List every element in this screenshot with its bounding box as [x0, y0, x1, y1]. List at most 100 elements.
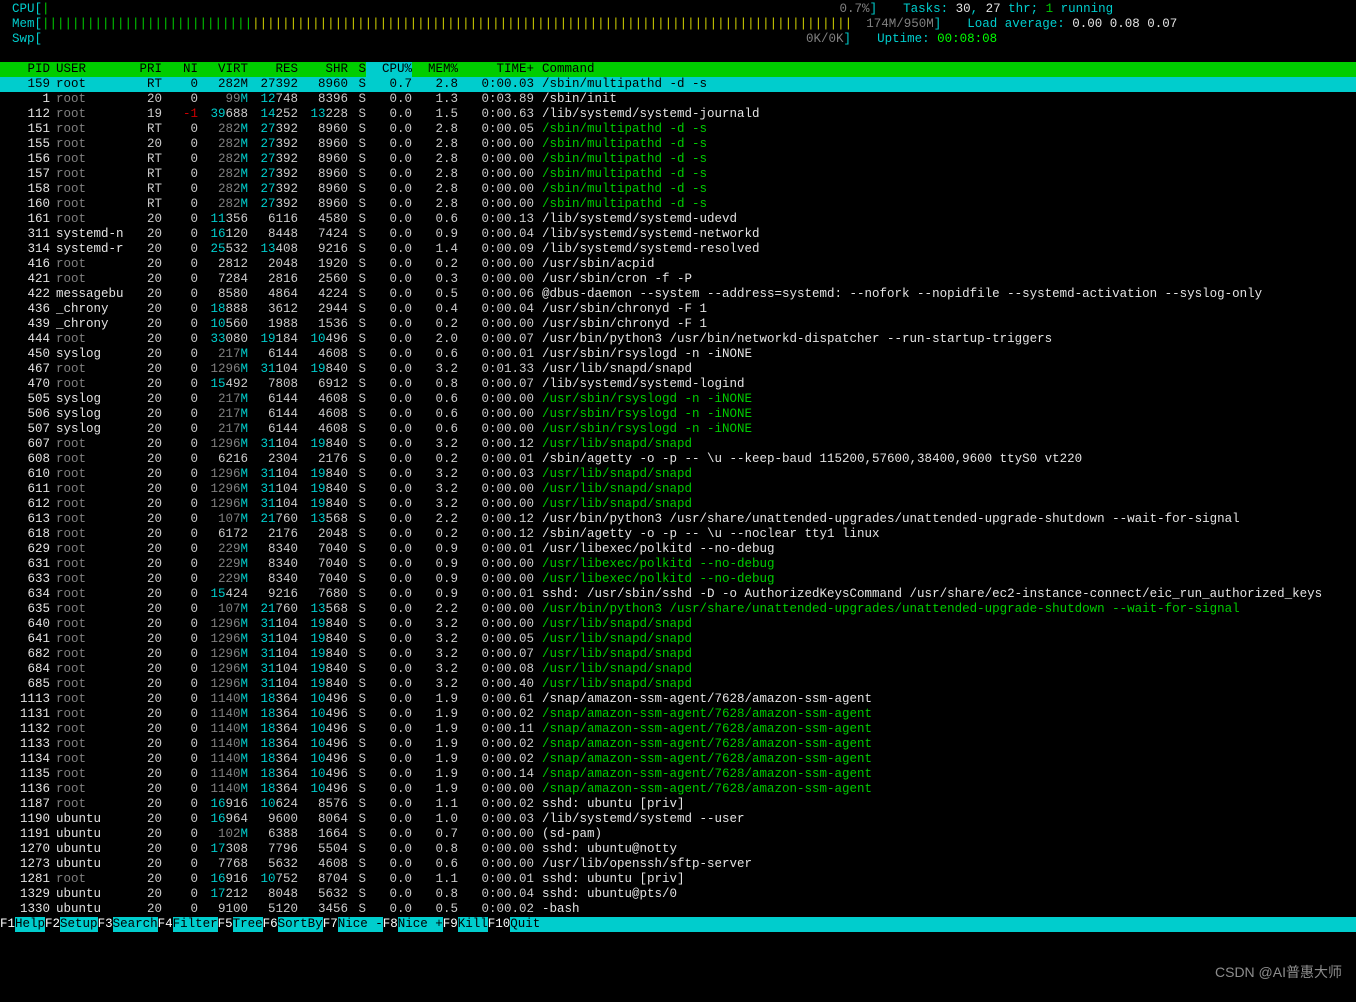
fkey-label[interactable]: Setup	[60, 917, 98, 932]
process-row[interactable]: 436_chrony2001888836122944S0.00.40:00.04…	[0, 302, 1356, 317]
process-row[interactable]: 159rootRT0282M273928960S0.72.80:00.03/sb…	[0, 77, 1356, 92]
fkey[interactable]: F3	[98, 917, 113, 932]
process-row[interactable]: 507syslog200217M61444608S0.00.60:00.00/u…	[0, 422, 1356, 437]
hdr-time[interactable]: TIME+	[458, 62, 534, 77]
process-row[interactable]: 634root2001542492167680S0.00.90:00.01ssh…	[0, 587, 1356, 602]
function-key-bar[interactable]: F1Help F2Setup F3SearchF4FilterF5Tree F6…	[0, 917, 1356, 932]
process-row[interactable]: 439_chrony2001056019881536S0.00.20:00.00…	[0, 317, 1356, 332]
process-row[interactable]: 112root19-1396881425213228S0.01.50:00.63…	[0, 107, 1356, 122]
process-row[interactable]: 612root2001296M3110419840S0.03.20:00.00/…	[0, 497, 1356, 512]
process-row[interactable]: 470root2001549278086912S0.00.80:00.07/li…	[0, 377, 1356, 392]
fkey-label[interactable]: Filter	[173, 917, 218, 932]
fkey[interactable]: F10	[488, 917, 511, 932]
process-row[interactable]: 682root2001296M3110419840S0.03.20:00.07/…	[0, 647, 1356, 662]
fkey-label[interactable]: Tree	[233, 917, 263, 932]
process-row[interactable]: 611root2001296M3110419840S0.03.20:00.00/…	[0, 482, 1356, 497]
watermark: CSDN @AI普惠大师	[1215, 965, 1342, 980]
hdr-virt[interactable]: VIRT	[198, 62, 248, 77]
process-row[interactable]: 1330ubuntu200910051203456S0.00.50:00.02-…	[0, 902, 1356, 917]
process-row[interactable]: 421root200728428162560S0.00.30:00.00/usr…	[0, 272, 1356, 287]
process-row[interactable]: 1131root2001140M1836410496S0.01.90:00.02…	[0, 707, 1356, 722]
process-row[interactable]: 629root200229M83407040S0.00.90:00.01/usr…	[0, 542, 1356, 557]
process-row[interactable]: 1190ubuntu2001696496008064S0.01.00:00.03…	[0, 812, 1356, 827]
fkey[interactable]: F1	[0, 917, 15, 932]
process-row[interactable]: 610root2001296M3110419840S0.03.20:00.03/…	[0, 467, 1356, 482]
swp-meter: Swp [ 0K/0K ] Uptime: 00:08:08	[0, 32, 1356, 47]
hdr-mem[interactable]: MEM%	[412, 62, 458, 77]
process-row[interactable]: 505syslog200217M61444608S0.00.60:00.00/u…	[0, 392, 1356, 407]
hdr-user[interactable]: USER	[50, 62, 126, 77]
process-row[interactable]: 311systemd-n2001612084487424S0.00.90:00.…	[0, 227, 1356, 242]
process-row[interactable]: 684root2001296M3110419840S0.03.20:00.08/…	[0, 662, 1356, 677]
process-row[interactable]: 640root2001296M3110419840S0.03.20:00.00/…	[0, 617, 1356, 632]
process-row[interactable]: 151rootRT0282M273928960S0.02.80:00.05/sb…	[0, 122, 1356, 137]
fkey-label[interactable]: Search	[113, 917, 158, 932]
process-row[interactable]: 608root200621623042176S0.00.20:00.01/sbi…	[0, 452, 1356, 467]
process-row[interactable]: 1187root20016916106248576S0.01.10:00.02s…	[0, 797, 1356, 812]
process-row[interactable]: 467root2001296M3110419840S0.03.20:01.33/…	[0, 362, 1356, 377]
process-row[interactable]: 160rootRT0282M273928960S0.02.80:00.00/sb…	[0, 197, 1356, 212]
hdr-pri[interactable]: PRI	[126, 62, 162, 77]
process-row[interactable]: 506syslog200217M61444608S0.00.60:00.00/u…	[0, 407, 1356, 422]
fkey-label[interactable]: Help	[15, 917, 45, 932]
process-row[interactable]: 422messagebu200858048644224S0.00.50:00.0…	[0, 287, 1356, 302]
process-row[interactable]: 450syslog200217M61444608S0.00.60:00.01/u…	[0, 347, 1356, 362]
fkey-label[interactable]: SortBy	[278, 917, 323, 932]
process-row[interactable]: 1133root2001140M1836410496S0.01.90:00.02…	[0, 737, 1356, 752]
process-row[interactable]: 314systemd-r20025532134089216S0.01.40:00…	[0, 242, 1356, 257]
hdr-cpu[interactable]: CPU%	[366, 62, 412, 77]
swp-label: Swp	[12, 32, 35, 47]
hdr-s[interactable]: S	[348, 62, 366, 77]
process-row[interactable]: 633root200229M83407040S0.00.90:00.00/usr…	[0, 572, 1356, 587]
process-row[interactable]: 641root2001296M3110419840S0.03.20:00.05/…	[0, 632, 1356, 647]
swp-value: 0K/0K	[806, 32, 844, 47]
process-row[interactable]: 1270ubuntu2001730877965504S0.00.80:00.00…	[0, 842, 1356, 857]
process-row[interactable]: 1134root2001140M1836410496S0.01.90:00.02…	[0, 752, 1356, 767]
cpu-label: CPU	[12, 2, 35, 17]
process-row[interactable]: 1191ubuntu200102M63881664S0.00.70:00.00(…	[0, 827, 1356, 842]
process-list[interactable]: 159rootRT0282M273928960S0.72.80:00.03/sb…	[0, 77, 1356, 917]
hdr-shr[interactable]: SHR	[298, 62, 348, 77]
process-row[interactable]: 157rootRT0282M273928960S0.02.80:00.00/sb…	[0, 167, 1356, 182]
process-row[interactable]: 1273ubuntu200776856324608S0.00.60:00.00/…	[0, 857, 1356, 872]
process-row[interactable]: 607root2001296M3110419840S0.03.20:00.12/…	[0, 437, 1356, 452]
fkey-label[interactable]: Nice +	[398, 917, 443, 932]
process-row[interactable]: 156rootRT0282M273928960S0.02.80:00.00/sb…	[0, 152, 1356, 167]
fkey[interactable]: F6	[263, 917, 278, 932]
fkey-label[interactable]: Quit	[510, 917, 540, 932]
process-row[interactable]: 155root200282M273928960S0.02.80:00.00/sb…	[0, 137, 1356, 152]
process-row[interactable]: 161root2001135661164580S0.00.60:00.13/li…	[0, 212, 1356, 227]
process-row[interactable]: 613root200107M2176013568S0.02.20:00.12/u…	[0, 512, 1356, 527]
process-row[interactable]: 635root200107M2176013568S0.02.20:00.00/u…	[0, 602, 1356, 617]
hdr-ni[interactable]: NI	[162, 62, 198, 77]
process-row[interactable]: 444root200330801918410496S0.02.00:00.07/…	[0, 332, 1356, 347]
process-row[interactable]: 685root2001296M3110419840S0.03.20:00.40/…	[0, 677, 1356, 692]
blank-row	[0, 47, 1356, 62]
fkey[interactable]: F7	[323, 917, 338, 932]
process-row[interactable]: 1root20099M127488396S0.01.30:03.89/sbin/…	[0, 92, 1356, 107]
process-row[interactable]: 1329ubuntu2001721280485632S0.00.80:00.04…	[0, 887, 1356, 902]
process-row[interactable]: 631root200229M83407040S0.00.90:00.00/usr…	[0, 557, 1356, 572]
fkey[interactable]: F8	[383, 917, 398, 932]
fkey-label[interactable]: Nice -	[338, 917, 383, 932]
process-header[interactable]: PID USER PRI NI VIRT RES SHR S CPU% MEM%…	[0, 62, 1356, 77]
process-row[interactable]: 416root200281220481920S0.00.20:00.00/usr…	[0, 257, 1356, 272]
fkey-label[interactable]: Kill	[458, 917, 488, 932]
process-row[interactable]: 1281root20016916107528704S0.01.10:00.01s…	[0, 872, 1356, 887]
fkey[interactable]: F4	[158, 917, 173, 932]
hdr-res[interactable]: RES	[248, 62, 298, 77]
fkey[interactable]: F9	[443, 917, 458, 932]
process-row[interactable]: 1113root2001140M1836410496S0.01.90:00.61…	[0, 692, 1356, 707]
process-row[interactable]: 618root200617221762048S0.00.20:00.12/sbi…	[0, 527, 1356, 542]
htop-terminal[interactable]: CPU [ | 0.7% ] Tasks: 30 , 27 thr; 1 run…	[0, 0, 1356, 932]
fkey[interactable]: F2	[45, 917, 60, 932]
process-row[interactable]: 1135root2001140M1836410496S0.01.90:00.14…	[0, 767, 1356, 782]
process-row[interactable]: 158rootRT0282M273928960S0.02.80:00.00/sb…	[0, 182, 1356, 197]
hdr-pid[interactable]: PID	[0, 62, 50, 77]
process-row[interactable]: 1136root2001140M1836410496S0.01.90:00.00…	[0, 782, 1356, 797]
hdr-cmd[interactable]: Command	[534, 62, 1356, 77]
load-label: Load average:	[967, 17, 1072, 32]
process-row[interactable]: 1132root2001140M1836410496S0.01.90:00.11…	[0, 722, 1356, 737]
mem-meter: Mem [ ||||||||||||||||||||||||||||||||||…	[0, 17, 1356, 32]
fkey[interactable]: F5	[218, 917, 233, 932]
